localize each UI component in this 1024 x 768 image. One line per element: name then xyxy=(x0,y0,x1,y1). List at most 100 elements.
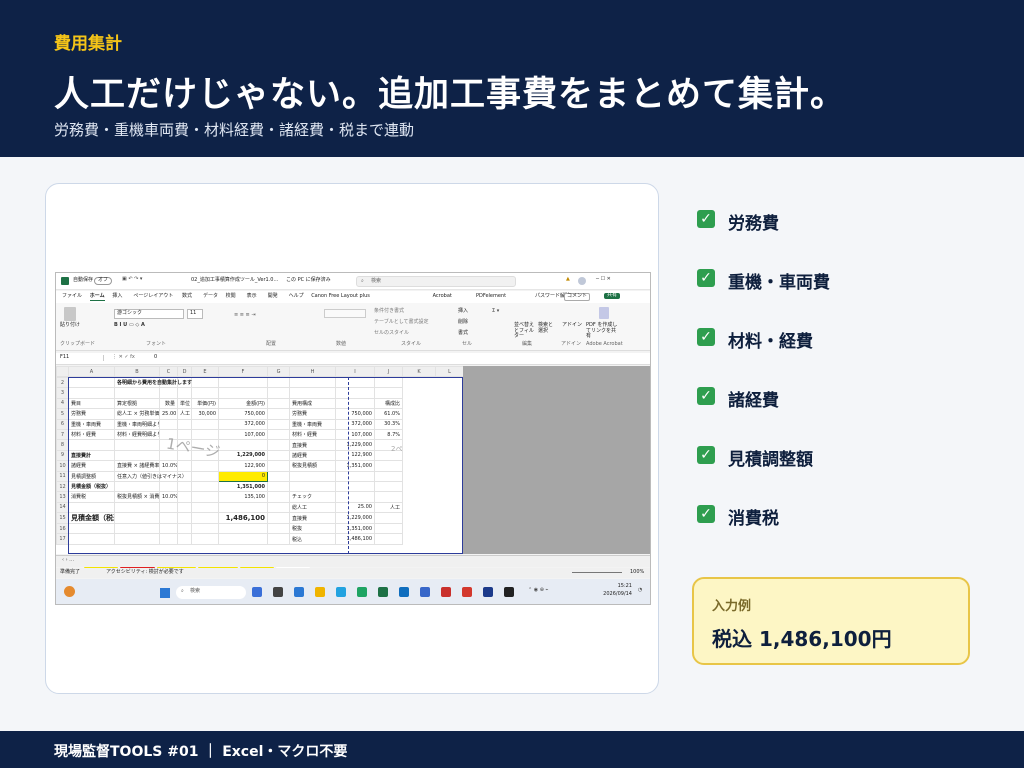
windows-start-icon[interactable] xyxy=(160,588,170,598)
insert-cells-button[interactable]: 挿入 xyxy=(458,308,468,315)
row-header[interactable]: 5 xyxy=(56,408,69,420)
select-all-corner[interactable] xyxy=(56,366,69,378)
taskbar-app-icon[interactable] xyxy=(252,587,262,597)
cell-style-button[interactable]: セルのスタイル xyxy=(374,330,409,337)
align-icons[interactable]: ≡ ≡ ≡ ⇥ xyxy=(234,312,256,319)
font-name-select[interactable]: 游ゴシック xyxy=(114,309,184,319)
taskbar-app-icon[interactable] xyxy=(315,587,325,597)
menu-item[interactable]: データ xyxy=(203,293,218,300)
row-header[interactable]: 8 xyxy=(56,439,69,451)
menu-item[interactable]: ページレイアウト xyxy=(133,293,173,300)
menu-item[interactable]: ホーム xyxy=(89,293,105,301)
autosave-toggle[interactable]: オフ xyxy=(94,277,113,285)
menu-item[interactable]: 表示 xyxy=(247,293,257,300)
paste-label[interactable]: 貼り付け xyxy=(60,322,80,329)
window-controls[interactable]: ─ ☐ ✕ xyxy=(596,276,611,283)
search-box[interactable]: ⌕ 検索 xyxy=(356,276,516,287)
sort-filter-button[interactable]: 並べ替えとフィルター xyxy=(514,322,534,340)
comment-button[interactable]: コメント xyxy=(564,293,591,301)
taskbar-app-icon[interactable] xyxy=(420,587,430,597)
check-icon: ✓ xyxy=(697,269,715,287)
checklist-label: 諸経費 xyxy=(728,391,779,411)
name-box[interactable]: F11 xyxy=(60,354,104,361)
sheet-nav-arrows[interactable]: ‹ › … xyxy=(62,557,74,564)
share-button[interactable]: 共有 xyxy=(604,292,621,299)
menu-item[interactable]: 挿入 xyxy=(112,293,122,300)
row-header[interactable]: 15 xyxy=(56,512,69,525)
spreadsheet-grid[interactable]: ABCDEFGHIJKLMNOP 2各明細から費用を自動集計します34費目算定根… xyxy=(56,366,650,554)
row-header[interactable]: 9 xyxy=(56,449,69,462)
taskbar-app-icon[interactable] xyxy=(399,587,409,597)
menu-item[interactable]: ファイル xyxy=(62,293,82,300)
cond-format-button[interactable]: 条件付き書式 xyxy=(374,308,404,315)
find-select-button[interactable]: 検索と選択 xyxy=(538,322,554,334)
delete-cells-button[interactable]: 削除 xyxy=(458,319,468,326)
row-header[interactable]: 2 xyxy=(56,376,69,389)
paste-icon[interactable] xyxy=(64,307,76,321)
menu-item[interactable]: 校閲 xyxy=(226,293,236,300)
taskbar-app-icon[interactable] xyxy=(336,587,346,597)
avatar[interactable] xyxy=(578,277,586,285)
column-header[interactable]: J xyxy=(374,366,403,378)
taskbar-app-icon[interactable] xyxy=(462,587,472,597)
format-cells-button[interactable]: 書式 xyxy=(458,330,468,337)
row-header[interactable]: 16 xyxy=(56,523,69,535)
weather-icon[interactable] xyxy=(64,586,75,597)
taskbar-app-icon[interactable] xyxy=(441,587,451,597)
row-header[interactable]: 12 xyxy=(56,480,69,493)
row-header[interactable]: 17 xyxy=(56,533,69,545)
pdf-create-button[interactable]: PDF を作成してリンクを共有 xyxy=(586,322,620,340)
column-header[interactable]: H xyxy=(289,366,336,378)
accessibility-status[interactable]: アクセシビリティ: 検討が必要です xyxy=(106,569,184,576)
font-size-select[interactable]: 11 xyxy=(187,309,203,319)
example-value: 税込 1,486,100円 xyxy=(712,627,892,651)
menu-item[interactable]: ヘルプ xyxy=(289,293,304,300)
menu-item[interactable]: 数式 xyxy=(182,293,192,300)
column-header[interactable]: K xyxy=(402,366,436,378)
notification-icon[interactable]: ◔ xyxy=(638,587,642,594)
font-format-icons[interactable]: B I U ▭ ◇ A xyxy=(114,322,145,329)
system-tray-icons[interactable]: ⌃ ◉ ⊕ ⌁ xyxy=(528,587,549,594)
column-header[interactable]: F xyxy=(218,366,268,378)
fx-icon[interactable]: ⋮ ✕ ✓ fx xyxy=(112,354,135,361)
formula-input[interactable]: 0 xyxy=(154,354,157,361)
taskbar-app-icon[interactable] xyxy=(504,587,514,597)
zoom-slider[interactable] xyxy=(572,572,622,573)
menu-item[interactable]: Canon Free Layout plus xyxy=(311,293,370,300)
menu-item[interactable]: 開発 xyxy=(268,293,278,300)
column-header[interactable]: I xyxy=(335,366,375,378)
row-header[interactable]: 10 xyxy=(56,460,69,472)
warning-icon[interactable]: ▲ xyxy=(566,276,570,283)
row-header[interactable]: 14 xyxy=(56,501,69,514)
taskbar-app-icon[interactable] xyxy=(357,587,367,597)
column-header[interactable]: L xyxy=(435,366,464,378)
row-header[interactable]: 6 xyxy=(56,418,69,430)
column-header[interactable]: D xyxy=(177,366,192,378)
menu-item[interactable]: PDFelement xyxy=(476,293,506,300)
number-format-select[interactable] xyxy=(324,309,366,318)
row-header[interactable]: 4 xyxy=(56,397,69,410)
addin-button[interactable]: アドイン xyxy=(562,322,582,329)
column-header[interactable]: B xyxy=(114,366,160,378)
example-label: 入力例 xyxy=(712,599,752,614)
row-header[interactable]: 13 xyxy=(56,491,69,503)
column-header[interactable]: G xyxy=(267,366,290,378)
qat-save-icon[interactable]: ▣ ↶ ↷ ▾ xyxy=(122,276,142,283)
column-header[interactable]: C xyxy=(159,366,178,378)
row-header[interactable]: 7 xyxy=(56,428,69,441)
row-header[interactable]: 11 xyxy=(56,470,69,482)
menu-bar: ファイル ホーム 挿入 ページレイアウト 数式 データ 校閲 表示 開発 ヘルプ Canon Fre… xyxy=(56,291,650,303)
taskbar-app-icon[interactable] xyxy=(483,587,493,597)
table-format-button[interactable]: テーブルとして書式設定 xyxy=(374,319,429,326)
taskbar-app-icon[interactable] xyxy=(294,587,304,597)
menu-item[interactable]: Acrobat xyxy=(433,293,452,300)
row-header[interactable]: 3 xyxy=(56,387,69,399)
sum-icon[interactable]: Σ ▾ xyxy=(492,308,499,315)
zoom-level[interactable]: 100% xyxy=(630,569,644,576)
column-header[interactable]: A xyxy=(68,366,115,378)
column-header[interactable]: E xyxy=(191,366,219,378)
taskbar-search[interactable]: ⌕ 検索 xyxy=(176,586,246,599)
save-state[interactable]: この PC に保存済み xyxy=(286,277,331,284)
taskbar-app-icon[interactable] xyxy=(378,587,388,597)
taskbar-app-icon[interactable] xyxy=(273,587,283,597)
